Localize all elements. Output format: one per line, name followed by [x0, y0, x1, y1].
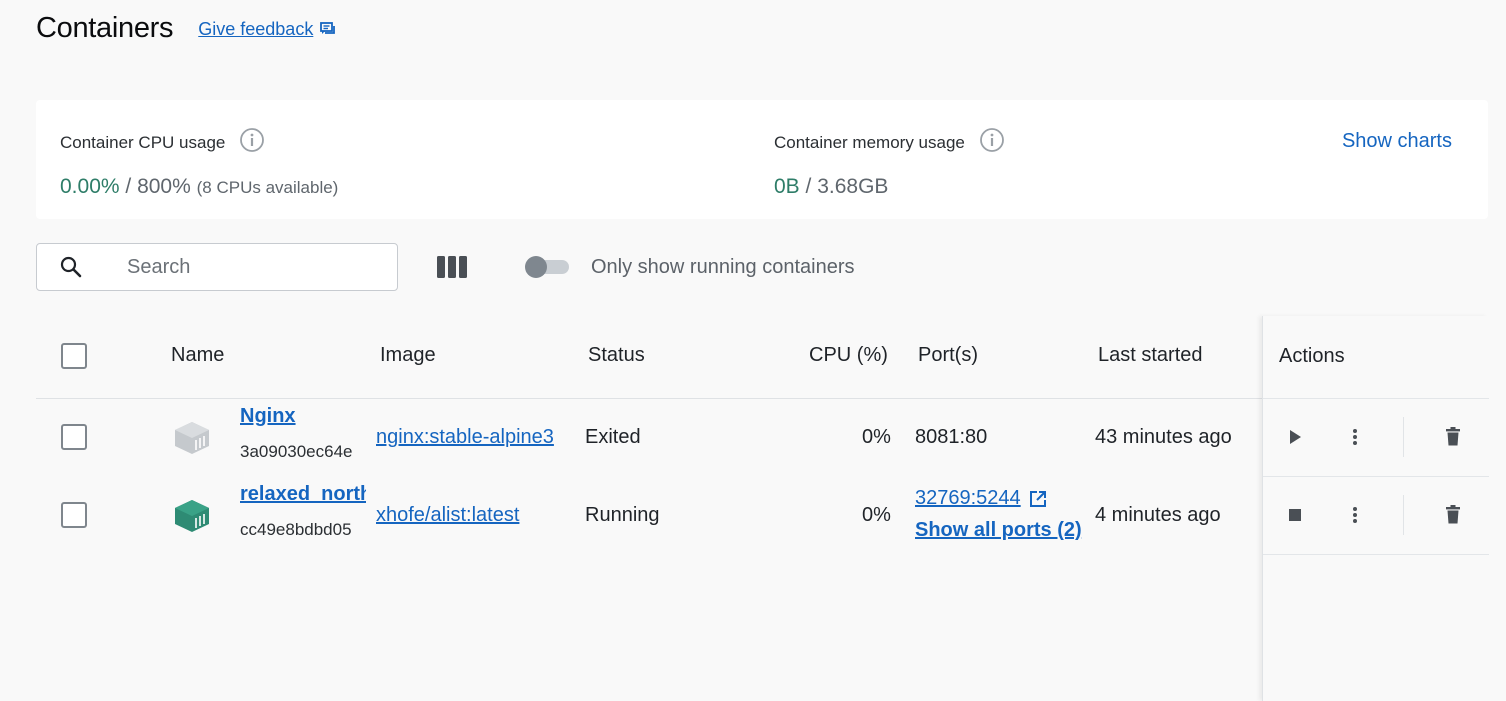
trash-icon[interactable] [1445, 505, 1461, 524]
give-feedback-label: Give feedback [198, 19, 314, 39]
port-link-wrap: 32769:5244 [915, 487, 1047, 510]
cpu-used: 0.00% [60, 175, 120, 198]
memory-usage-stat: Container memory usage 0B / 3.68GB [774, 127, 1005, 199]
cpu-value: 0% [862, 504, 891, 526]
last-started-value: 43 minutes ago [1095, 426, 1232, 448]
port-value: 8081:80 [915, 426, 988, 448]
memory-usage-value: 0B / 3.68GB [774, 175, 889, 198]
page-title: Containers [36, 12, 174, 44]
search-icon [60, 256, 82, 278]
usage-stats-card: Container CPU usage 0.00% / 800% (8 CPUs… [36, 100, 1488, 219]
container-id: 3a09030ec64e [240, 442, 353, 461]
info-icon[interactable] [239, 127, 265, 158]
column-header-actions: Actions [1279, 345, 1345, 367]
give-feedback-link[interactable]: Give feedback [198, 19, 338, 40]
running-only-toggle[interactable] [525, 256, 569, 278]
actions-column: Actions [1262, 316, 1489, 701]
column-header-image[interactable]: Image [380, 344, 436, 367]
container-icon [175, 500, 209, 532]
cpu-note: (8 CPUs available) [196, 178, 339, 197]
external-link-icon[interactable] [1029, 490, 1047, 508]
play-icon[interactable] [1288, 429, 1302, 445]
cpu-usage-stat: Container CPU usage 0.00% / 800% (8 CPUs… [60, 127, 338, 199]
column-header-status[interactable]: Status [588, 344, 645, 367]
cpu-value: 0% [862, 426, 891, 448]
column-header-cpu[interactable]: CPU (%) [809, 344, 888, 367]
stop-icon[interactable] [1288, 508, 1302, 522]
status-text: Exited [585, 426, 641, 448]
select-all-checkbox[interactable] [61, 343, 87, 369]
cpu-total: 800% [137, 175, 191, 198]
feedback-icon [320, 21, 336, 34]
status-text: Running [585, 504, 660, 526]
trash-icon[interactable] [1445, 427, 1461, 446]
row-checkbox[interactable] [61, 424, 87, 450]
image-link[interactable]: nginx:stable-alpine3 [376, 426, 574, 449]
columns-icon[interactable] [437, 256, 467, 278]
more-options-icon[interactable] [1352, 428, 1358, 446]
column-header-name[interactable]: Name [171, 344, 224, 367]
cpu-usage-value: 0.00% / 800% (8 CPUs available) [60, 175, 339, 198]
toolbar: Only show running containers [36, 243, 854, 291]
port-link[interactable]: 32769:5244 [915, 487, 1021, 510]
image-link[interactable]: xhofe/alist:latest [376, 504, 574, 527]
container-name-link[interactable]: relaxed_north [240, 483, 366, 506]
table-row[interactable]: Nginx 3a09030ec64e nginx:stable-alpine3 … [36, 399, 1262, 477]
container-name-link[interactable]: Nginx [240, 405, 366, 428]
column-header-last-started[interactable]: Last started [1098, 344, 1203, 367]
last-started-value: 4 minutes ago [1095, 504, 1221, 526]
container-icon [175, 422, 209, 454]
search-input[interactable] [127, 255, 377, 279]
search-box[interactable] [36, 243, 398, 291]
container-id: cc49e8bdbd05 [240, 520, 352, 539]
info-icon[interactable] [979, 127, 1005, 158]
memory-used: 0B [774, 175, 800, 198]
show-charts-button[interactable]: Show charts [1342, 130, 1452, 153]
memory-usage-label: Container memory usage [774, 132, 965, 152]
cpu-usage-label: Container CPU usage [60, 132, 226, 152]
column-header-ports[interactable]: Port(s) [918, 344, 978, 367]
running-only-label: Only show running containers [591, 255, 855, 278]
show-all-ports-link[interactable]: Show all ports (2) [915, 519, 1082, 542]
table-row[interactable]: relaxed_north cc49e8bdbd05 xhofe/alist:l… [36, 477, 1262, 555]
memory-total: 3.68GB [817, 175, 889, 198]
row-checkbox[interactable] [61, 502, 87, 528]
page-header: Containers Give feedback [36, 12, 338, 45]
more-options-icon[interactable] [1352, 506, 1358, 524]
